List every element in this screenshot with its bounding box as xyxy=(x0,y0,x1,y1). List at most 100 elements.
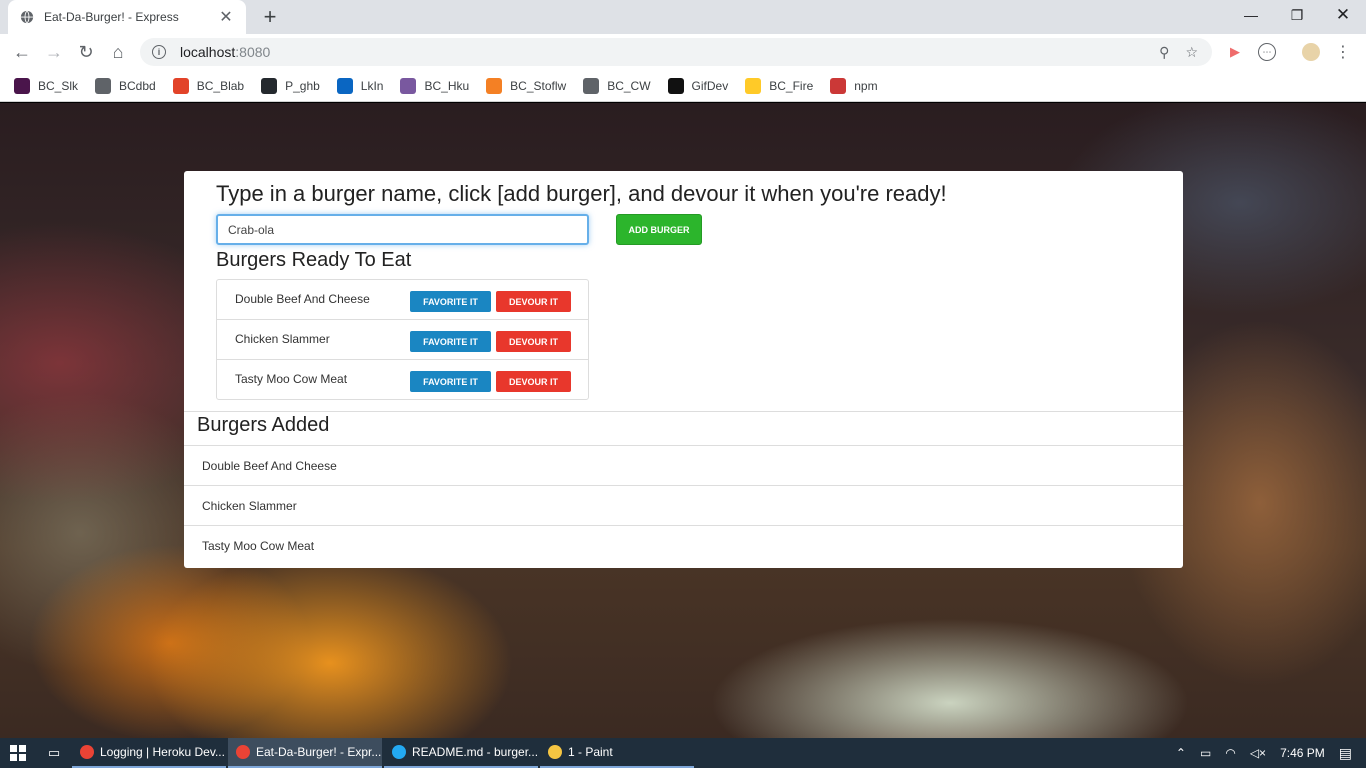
browser-toolbar: ← → ↻ ⌂ i localhost:8080 ⚲ ☆ ▶ ⋯ ⋮ xyxy=(0,34,1366,70)
windows-icon xyxy=(10,745,26,761)
tab-title: Eat-Da-Burger! - Express xyxy=(44,10,179,24)
added-burger-item: Tasty Moo Cow Meat xyxy=(184,525,1183,565)
bookmark-item[interactable]: BC_Stoflw xyxy=(486,77,567,94)
new-tab-button[interactable]: + xyxy=(258,5,282,29)
taskbar-app[interactable]: Eat-Da-Burger! - Expr... xyxy=(228,738,382,768)
chevron-up-icon[interactable]: ⌃ xyxy=(1176,746,1186,760)
favorite-button[interactable]: FAVORITE IT xyxy=(410,291,491,312)
taskbar-app-label: README.md - burger... xyxy=(412,745,538,759)
restore-button[interactable]: ❐ xyxy=(1274,0,1320,30)
vscode-icon xyxy=(392,745,406,759)
menu-icon[interactable]: ⋮ xyxy=(1334,43,1352,61)
ready-burger-list: Double Beef And Cheese FAVORITE IT DEVOU… xyxy=(216,279,589,400)
bookmark-label: npm xyxy=(854,78,878,93)
taskbar-app[interactable]: README.md - burger... xyxy=(384,738,538,768)
tab-strip: Eat-Da-Burger! - Express ✕ + — ❐ ✕ xyxy=(0,0,1366,34)
extension-icon[interactable]: ▶ xyxy=(1226,43,1244,61)
bookmark-label: BCdbd xyxy=(119,78,156,93)
bookmark-label: BC_Stoflw xyxy=(510,78,567,93)
taskbar-app[interactable]: Logging | Heroku Dev... xyxy=(72,738,226,768)
bookmark-item[interactable]: BC_Fire xyxy=(745,77,814,94)
gitlab-icon xyxy=(172,77,189,94)
reload-icon[interactable]: ↻ xyxy=(74,40,98,64)
bookmark-label: BC_CW xyxy=(607,78,651,93)
forward-icon[interactable]: → xyxy=(42,40,66,64)
taskbar-app[interactable]: 1 - Paint xyxy=(540,738,694,768)
paint-icon xyxy=(548,745,562,759)
bookmark-label: GifDev xyxy=(691,78,729,93)
favorite-button[interactable]: FAVORITE IT xyxy=(410,371,491,392)
chrome-icon xyxy=(236,745,250,759)
devour-button[interactable]: DEVOUR IT xyxy=(496,371,571,392)
favorite-button[interactable]: FAVORITE IT xyxy=(410,331,491,352)
firebase-icon xyxy=(745,77,762,94)
added-section-title: Burgers Added xyxy=(197,414,330,436)
bookmark-item[interactable]: P_ghb xyxy=(261,77,320,94)
bookmark-label: BC_Fire xyxy=(769,78,814,93)
added-burger-list: Double Beef And Cheese Chicken Slammer T… xyxy=(184,445,1183,565)
devour-button[interactable]: DEVOUR IT xyxy=(496,331,571,352)
back-icon[interactable]: ← xyxy=(10,40,34,64)
bookmark-item[interactable]: BC_Hku xyxy=(400,77,470,94)
task-view-icon[interactable]: ▭ xyxy=(36,738,72,768)
bookmark-item[interactable]: GifDev xyxy=(667,77,729,94)
heroku-icon xyxy=(400,77,417,94)
bookmark-item[interactable]: BC_CW xyxy=(583,77,651,94)
minimize-button[interactable]: — xyxy=(1228,0,1274,30)
battery-icon[interactable]: ▭ xyxy=(1200,746,1211,760)
system-tray: ⌃ ▭ ◠ ◁× 7:46 PM ▤ xyxy=(1176,738,1366,768)
notification-icon[interactable]: ▤ xyxy=(1339,745,1352,762)
volume-icon[interactable]: ◁× xyxy=(1250,746,1266,760)
stackoverflow-icon xyxy=(486,77,503,94)
chrome-icon xyxy=(80,745,94,759)
windows-taskbar: ▭ Logging | Heroku Dev... Eat-Da-Burger! … xyxy=(0,738,1366,768)
taskbar-app-label: 1 - Paint xyxy=(568,745,613,759)
bookmark-label: P_ghb xyxy=(285,78,320,93)
ready-burger-row: Chicken Slammer FAVORITE IT DEVOUR IT xyxy=(217,320,588,360)
burger-name: Tasty Moo Cow Meat xyxy=(235,372,348,386)
taskbar-apps: Logging | Heroku Dev... Eat-Da-Burger! - … xyxy=(72,738,696,768)
burger-name-input[interactable] xyxy=(216,214,589,245)
globe-icon xyxy=(95,77,112,94)
taskbar-app-label: Eat-Da-Burger! - Expr... xyxy=(256,745,382,759)
bookmark-item[interactable]: LkIn xyxy=(336,77,384,94)
burger-name: Chicken Slammer xyxy=(235,332,330,346)
add-burger-button[interactable]: ADD BURGER xyxy=(616,214,702,245)
added-section: Burgers Added Double Beef And Cheese Chi… xyxy=(184,411,1183,568)
close-tab-icon[interactable]: ✕ xyxy=(218,7,234,27)
home-icon[interactable]: ⌂ xyxy=(106,40,130,64)
burger-panel: Type in a burger name, click [add burger… xyxy=(184,171,1183,568)
info-icon[interactable]: i xyxy=(152,45,166,59)
bookmark-label: BC_Blab xyxy=(196,78,245,93)
profile-avatar[interactable] xyxy=(1302,43,1320,61)
bookmark-star-icon[interactable]: ☆ xyxy=(1185,44,1198,61)
added-burger-item: Double Beef And Cheese xyxy=(184,445,1183,485)
browser-tab[interactable]: Eat-Da-Burger! - Express ✕ xyxy=(8,0,246,34)
slack-icon xyxy=(14,77,30,94)
globe-icon xyxy=(583,77,600,94)
url-port: :8080 xyxy=(235,44,271,60)
bookmark-label: LkIn xyxy=(360,78,384,93)
bookmark-item[interactable]: npm xyxy=(830,77,878,94)
devour-button[interactable]: DEVOUR IT xyxy=(496,291,571,312)
linkedin-icon xyxy=(336,77,353,94)
start-button[interactable] xyxy=(0,738,36,768)
zoom-icon[interactable]: ⚲ xyxy=(1159,44,1169,61)
ready-section-title: Burgers Ready To Eat xyxy=(216,249,412,271)
address-bar[interactable]: i localhost:8080 ⚲ ☆ xyxy=(140,38,1212,66)
github-icon xyxy=(261,77,278,94)
url-host: localhost xyxy=(180,44,236,60)
wifi-icon[interactable]: ◠ xyxy=(1225,746,1235,760)
bookmark-item[interactable]: BC_Slk xyxy=(14,77,78,94)
burger-name: Double Beef And Cheese xyxy=(235,292,370,306)
close-window-button[interactable]: ✕ xyxy=(1320,0,1366,30)
bookmark-item[interactable]: BC_Blab xyxy=(172,77,245,94)
bookmark-item[interactable]: BCdbd xyxy=(95,77,156,94)
ready-burger-row: Double Beef And Cheese FAVORITE IT DEVOU… xyxy=(217,280,588,320)
clock[interactable]: 7:46 PM xyxy=(1280,746,1325,760)
bookmarks-bar: BC_Slk BCdbd BC_Blab P_ghb LkIn BC_Hku BC_Stof… xyxy=(0,70,1366,102)
page-heading: Type in a burger name, click [add burger… xyxy=(216,181,947,206)
extension-icon[interactable]: ⋯ xyxy=(1258,43,1276,61)
globe-icon xyxy=(20,10,34,24)
bookmark-label: BC_Hku xyxy=(424,78,470,93)
